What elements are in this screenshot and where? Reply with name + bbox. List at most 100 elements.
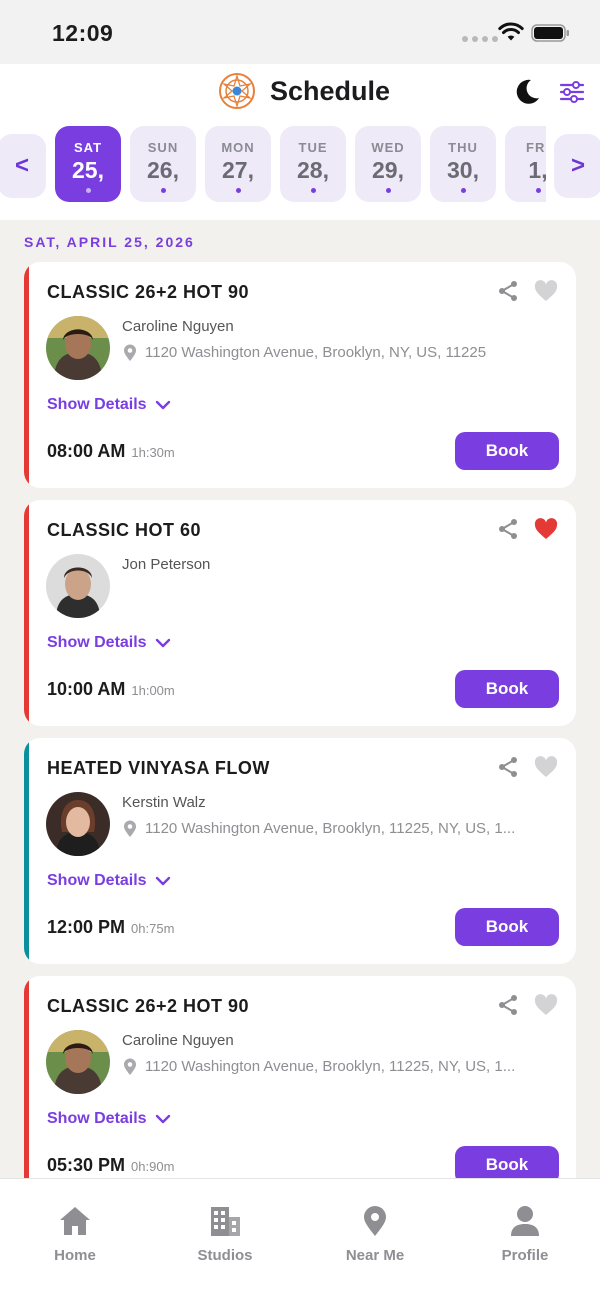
favorite-heart-icon[interactable]	[534, 756, 558, 778]
date-number: 25,	[72, 157, 104, 183]
avatar-photo-icon	[46, 1030, 110, 1094]
class-start-time: 05:30 PM	[47, 1155, 126, 1175]
avatar-photo-icon	[46, 792, 110, 856]
location-pin-icon	[124, 1058, 136, 1075]
tab-label: Home	[54, 1247, 96, 1264]
prev-week-button[interactable]: <	[0, 134, 46, 198]
date-chip-fri-1[interactable]: FRI 1,	[505, 126, 546, 202]
date-strip: < SAT 25, SUN 26, MON 27, TUE 28, WED 29…	[0, 126, 600, 206]
date-day: MON	[221, 140, 255, 155]
date-chip-sat-25[interactable]: SAT 25,	[55, 126, 121, 202]
class-card: CLASSIC 26+2 HOT 90 Caroline Nguyen 1120…	[24, 262, 576, 488]
date-day: FRI	[526, 140, 546, 155]
instructor-avatar	[46, 1030, 110, 1094]
event-dot	[460, 188, 466, 193]
favorite-heart-icon[interactable]	[534, 518, 558, 540]
show-details-label: Show Details	[47, 872, 147, 889]
event-dot	[160, 188, 166, 193]
event-dot	[535, 188, 541, 193]
date-number: 29,	[372, 157, 404, 183]
event-dot	[85, 188, 91, 193]
date-day: THU	[448, 140, 478, 155]
book-button[interactable]: Book	[455, 1146, 559, 1178]
date-chip-tue-28[interactable]: TUE 28,	[280, 126, 346, 202]
class-duration: 0h:75m	[131, 921, 175, 936]
card-accent-bar	[24, 500, 29, 726]
chevron-down-icon	[155, 638, 170, 648]
class-card: HEATED VINYASA FLOW Kerstin Walz 1120 Wa…	[24, 738, 576, 964]
book-button[interactable]: Book	[455, 432, 559, 470]
event-dot	[310, 188, 316, 193]
class-title: CLASSIC HOT 60	[47, 520, 202, 540]
event-dot	[235, 188, 241, 193]
date-chip-sun-26[interactable]: SUN 26,	[130, 126, 196, 202]
card-accent-bar	[24, 976, 29, 1178]
dark-mode-moon-icon[interactable]	[512, 77, 542, 107]
instructor-name: Kerstin Walz	[122, 794, 206, 811]
instructor-avatar	[46, 316, 110, 380]
class-card: CLASSIC 26+2 HOT 90 Caroline Nguyen 1120…	[24, 976, 576, 1178]
show-details-toggle[interactable]: Show Details	[47, 396, 171, 414]
date-chip-mon-27[interactable]: MON 27,	[205, 126, 271, 202]
signal-dots-icon	[462, 36, 498, 42]
date-day: WED	[371, 140, 405, 155]
show-details-label: Show Details	[47, 396, 147, 413]
location-pin-icon	[364, 1206, 386, 1236]
class-start-time: 10:00 AM	[47, 679, 126, 699]
home-icon	[60, 1207, 90, 1235]
tab-studios[interactable]: Studios	[170, 1205, 280, 1264]
share-icon[interactable]	[497, 994, 519, 1016]
date-day: SUN	[147, 140, 179, 155]
class-address: 1120 Washington Avenue, Brooklyn, NY, US…	[145, 344, 487, 361]
avatar-photo-icon	[46, 316, 110, 380]
class-card: CLASSIC HOT 60 Jon Peterson Show Details…	[24, 500, 576, 726]
class-start-time: 12:00 PM	[47, 917, 126, 937]
status-time: 12:09	[52, 20, 114, 46]
app-header: Schedule < SAT 25, SUN 26, MON 27, TUE 2…	[0, 64, 600, 220]
chevron-down-icon	[155, 400, 170, 410]
filter-sliders-icon[interactable]	[559, 79, 585, 105]
battery-icon	[531, 24, 569, 42]
show-details-label: Show Details	[47, 634, 147, 651]
class-list[interactable]: CLASSIC 26+2 HOT 90 Caroline Nguyen 1120…	[0, 262, 600, 1178]
tab-profile[interactable]: Profile	[470, 1205, 580, 1264]
show-details-toggle[interactable]: Show Details	[47, 1110, 171, 1128]
tab-label: Profile	[501, 1247, 549, 1264]
location-pin-icon	[124, 344, 136, 361]
class-address: 1120 Washington Avenue, Brooklyn, 11225,…	[145, 1058, 516, 1075]
date-day: TUE	[298, 140, 328, 155]
favorite-heart-icon[interactable]	[534, 994, 558, 1016]
date-number: 30,	[447, 157, 479, 183]
share-icon[interactable]	[497, 280, 519, 302]
class-duration: 1h:00m	[131, 683, 175, 698]
building-icon	[211, 1207, 240, 1236]
date-scroll[interactable]: SAT 25, SUN 26, MON 27, TUE 28, WED 29, …	[52, 126, 546, 206]
date-chip-thu-30[interactable]: THU 30,	[430, 126, 496, 202]
share-icon[interactable]	[497, 518, 519, 540]
instructor-name: Jon Peterson	[122, 556, 211, 573]
tab-label: Studios	[197, 1247, 253, 1264]
book-button[interactable]: Book	[455, 908, 559, 946]
tab-home[interactable]: Home	[20, 1205, 130, 1264]
instructor-name: Caroline Nguyen	[122, 1032, 234, 1049]
tab-near-me[interactable]: Near Me	[320, 1205, 430, 1264]
date-chip-wed-29[interactable]: WED 29,	[355, 126, 421, 202]
location-pin-icon	[124, 820, 136, 837]
card-accent-bar	[24, 262, 29, 488]
class-time: 10:00 AM 1h:00m	[47, 679, 175, 700]
next-week-button[interactable]: >	[554, 134, 600, 198]
page-title: Schedule	[270, 76, 391, 106]
tab-label: Near Me	[345, 1247, 405, 1264]
favorite-heart-icon[interactable]	[534, 280, 558, 302]
date-day: SAT	[73, 140, 103, 155]
book-button[interactable]: Book	[455, 670, 559, 708]
bottom-tab-bar: Home Studios Near Me Profile	[0, 1178, 600, 1299]
class-address: 1120 Washington Avenue, Brooklyn, 11225,…	[145, 820, 516, 837]
share-icon[interactable]	[497, 756, 519, 778]
show-details-toggle[interactable]: Show Details	[47, 872, 171, 890]
class-start-time: 08:00 AM	[47, 441, 126, 461]
selected-date-heading: SAT, APRIL 25, 2026	[24, 234, 195, 250]
status-bar: 12:09	[0, 0, 600, 64]
show-details-toggle[interactable]: Show Details	[47, 634, 171, 652]
avatar-photo-icon	[46, 554, 110, 618]
